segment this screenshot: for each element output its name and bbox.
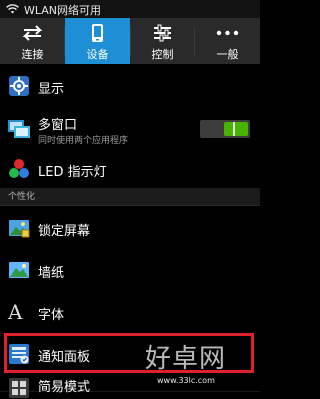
setting-label: 字体: [38, 308, 65, 323]
setting-display[interactable]: 显示: [0, 64, 260, 109]
setting-label: 墙纸: [38, 266, 65, 281]
section-header-personalize: 个性化: [0, 188, 260, 206]
sliders-icon: [154, 24, 171, 42]
font-icon: A: [8, 300, 23, 324]
watermark-url: www.33lc.com: [157, 376, 215, 385]
multi-window-icon: [8, 120, 30, 138]
wallpaper-icon: [9, 262, 29, 278]
watermark: 好卓网 www.33lc.com: [145, 338, 260, 388]
setting-led[interactable]: LED 指示灯: [0, 150, 260, 189]
setting-lock-screen[interactable]: 锁定屏幕: [0, 207, 260, 250]
tab-general[interactable]: 一般: [195, 18, 260, 64]
multi-window-toggle[interactable]: [200, 120, 250, 138]
led-icon: [9, 159, 29, 178]
tab-label: 设备: [86, 48, 109, 61]
tab-label: 一般: [216, 48, 239, 61]
setting-label: 显示: [38, 82, 65, 97]
toggle-on-mark: [233, 122, 235, 136]
setting-wallpaper[interactable]: 墙纸: [0, 249, 260, 292]
setting-label: 锁定屏幕: [38, 224, 91, 239]
setting-subtitle: 同时使用两个应用程序: [38, 136, 129, 146]
watermark-brand: 好卓网: [145, 344, 227, 374]
setting-label: LED 指示灯: [38, 165, 107, 180]
status-text: WLAN网络可用: [24, 4, 102, 17]
toggle-knob: [224, 122, 248, 136]
setting-font[interactable]: A 字体: [0, 291, 260, 334]
wifi-icon: [6, 4, 19, 14]
tab-label: 连接: [21, 48, 44, 61]
easy-mode-icon: [9, 378, 29, 398]
settings-tabs: 连接 设备 控制 一般: [0, 18, 260, 64]
tab-controls[interactable]: 控制: [130, 18, 195, 64]
gear-screen-icon: [9, 76, 29, 96]
lock-screen-icon: [9, 220, 30, 238]
setting-label: 多窗口: [38, 118, 78, 133]
more-dots-icon: [216, 30, 239, 36]
swap-arrows-icon: [22, 25, 43, 41]
phone-icon: [92, 24, 103, 42]
status-bar: WLAN网络可用: [0, 0, 260, 18]
tab-connections[interactable]: 连接: [0, 18, 65, 64]
tab-label: 控制: [151, 48, 174, 61]
setting-multi-window[interactable]: 多窗口 同时使用两个应用程序: [0, 108, 260, 151]
setting-label: 简易模式: [38, 380, 91, 395]
tab-device[interactable]: 设备: [65, 18, 130, 64]
tab-divider: [130, 26, 131, 56]
